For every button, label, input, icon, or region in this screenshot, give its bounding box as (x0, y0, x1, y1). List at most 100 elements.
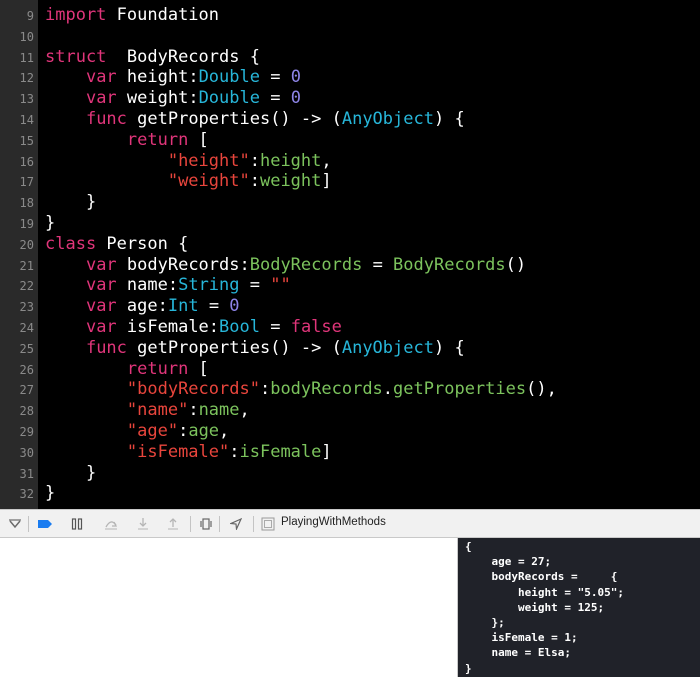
code-line[interactable]: 13 var weight:Double = 0 (0, 88, 700, 109)
code-text: return [ (45, 130, 209, 151)
line-number: 31 (19, 466, 34, 481)
code-line[interactable]: 18 } (0, 192, 700, 213)
code-token: , (239, 400, 250, 421)
code-token: Person { (96, 233, 189, 254)
code-line[interactable]: 17 "weight":weight] (0, 171, 700, 192)
code-line[interactable]: 14 func getProperties() -> (AnyObject) { (0, 109, 700, 130)
code-line[interactable]: 20 class Person { (0, 234, 700, 255)
line-number: 10 (19, 29, 34, 44)
code-line[interactable]: 23 var age:Int = 0 (0, 296, 700, 317)
line-number: 16 (19, 154, 34, 169)
pause-icon[interactable] (68, 515, 86, 533)
line-number: 15 (19, 133, 34, 148)
code-line[interactable]: 31 } (0, 463, 700, 484)
target-name[interactable]: PlayingWithMethods (281, 516, 386, 528)
code-line[interactable]: 24 var isFemale:Bool = false (0, 317, 700, 338)
variables-view[interactable] (0, 538, 457, 677)
code-line[interactable]: 21 var bodyRecords:BodyRecords = BodyRec… (0, 255, 700, 276)
code-editor[interactable]: 9 import Foundation 10 11 struct BodyRecords… (0, 0, 700, 509)
view-debugger-icon[interactable] (197, 515, 215, 533)
separator (253, 516, 254, 532)
code-text: "age":age, (45, 421, 229, 442)
console-line: age = 27; (465, 555, 552, 569)
line-number: 11 (19, 50, 34, 65)
code-token: : (229, 441, 240, 462)
code-token: isFemale: (116, 316, 220, 337)
code-token: ] (321, 171, 332, 192)
code-token: Int (167, 296, 199, 317)
code-line[interactable]: 27 "bodyRecords":bodyRecords.getProperti… (0, 379, 700, 400)
line-number: 14 (19, 112, 34, 127)
code-token: 0 (290, 67, 301, 88)
code-token: age: (116, 296, 168, 317)
code-line[interactable]: 12 var height:Double = 0 (0, 67, 700, 88)
line-number: 20 (19, 237, 34, 252)
line-number: 18 (19, 196, 34, 211)
code-line[interactable]: 22 var name:String = "" (0, 275, 700, 296)
code-text: var height:Double = 0 (45, 67, 301, 88)
code-token: var (85, 254, 117, 275)
code-token: , (219, 420, 230, 441)
step-into-icon[interactable] (134, 515, 152, 533)
code-token: Double (198, 67, 260, 88)
code-line[interactable]: 16 "height":height, (0, 151, 700, 172)
code-line[interactable]: 9 import Foundation (0, 5, 700, 26)
code-text: "bodyRecords":bodyRecords.getProperties(… (45, 379, 557, 400)
code-text: func getProperties() -> (AnyObject) { (45, 338, 465, 359)
hide-debug-area-icon[interactable] (6, 515, 24, 533)
code-token: AnyObject (341, 108, 434, 129)
code-token: = (259, 67, 291, 88)
line-number: 17 (19, 175, 34, 190)
code-line[interactable]: 29 "age":age, (0, 421, 700, 442)
code-line[interactable]: 15 return [ (0, 130, 700, 151)
code-line[interactable]: 28 "name":name, (0, 400, 700, 421)
line-number: 13 (19, 92, 34, 107)
code-line[interactable]: 26 return [ (0, 359, 700, 380)
code-line[interactable]: 10 (0, 26, 700, 47)
code-token: func (85, 108, 127, 129)
breakpoints-toggle-icon[interactable] (36, 515, 54, 533)
code-token: isFemale (239, 441, 322, 462)
code-text: "height":height, (45, 151, 332, 172)
line-number: 12 (19, 71, 34, 86)
code-line[interactable]: 32} (0, 483, 700, 504)
code-token: weight (259, 171, 322, 192)
code-line[interactable]: 19} (0, 213, 700, 234)
code-token: [ (188, 129, 209, 150)
code-text: import Foundation (45, 5, 219, 26)
code-line[interactable]: 30 "isFemale":isFemale] (0, 442, 700, 463)
console-line: }; (465, 615, 505, 629)
code-token: "age" (126, 420, 179, 441)
debug-bar: PlayingWithMethods (0, 509, 700, 538)
code-text: "weight":weight] (45, 171, 332, 192)
code-line[interactable]: 11 struct BodyRecords { (0, 47, 700, 68)
code-token: : (249, 171, 260, 192)
code-token: return (126, 358, 189, 379)
code-token: : (249, 150, 260, 171)
code-token: } (45, 212, 56, 233)
step-over-icon[interactable] (102, 515, 120, 533)
simulate-location-icon[interactable] (227, 515, 245, 533)
code-token: class (45, 233, 97, 254)
code-token: var (85, 88, 117, 109)
step-out-icon[interactable] (164, 515, 182, 533)
code-token: = (259, 316, 291, 337)
code-token: struct (45, 46, 107, 67)
line-number: 32 (19, 487, 34, 502)
code-line[interactable]: 25 func getProperties() -> (AnyObject) { (0, 338, 700, 359)
console-output[interactable]: { age = 27; bodyRecords = { height = "5.… (457, 538, 700, 677)
code-token: = (259, 88, 291, 109)
code-text: var bodyRecords:BodyRecords = BodyRecord… (45, 255, 526, 276)
code-token: ] (321, 441, 332, 462)
code-text: } (45, 213, 55, 234)
code-token: } (45, 483, 56, 504)
code-token: = (198, 296, 230, 317)
